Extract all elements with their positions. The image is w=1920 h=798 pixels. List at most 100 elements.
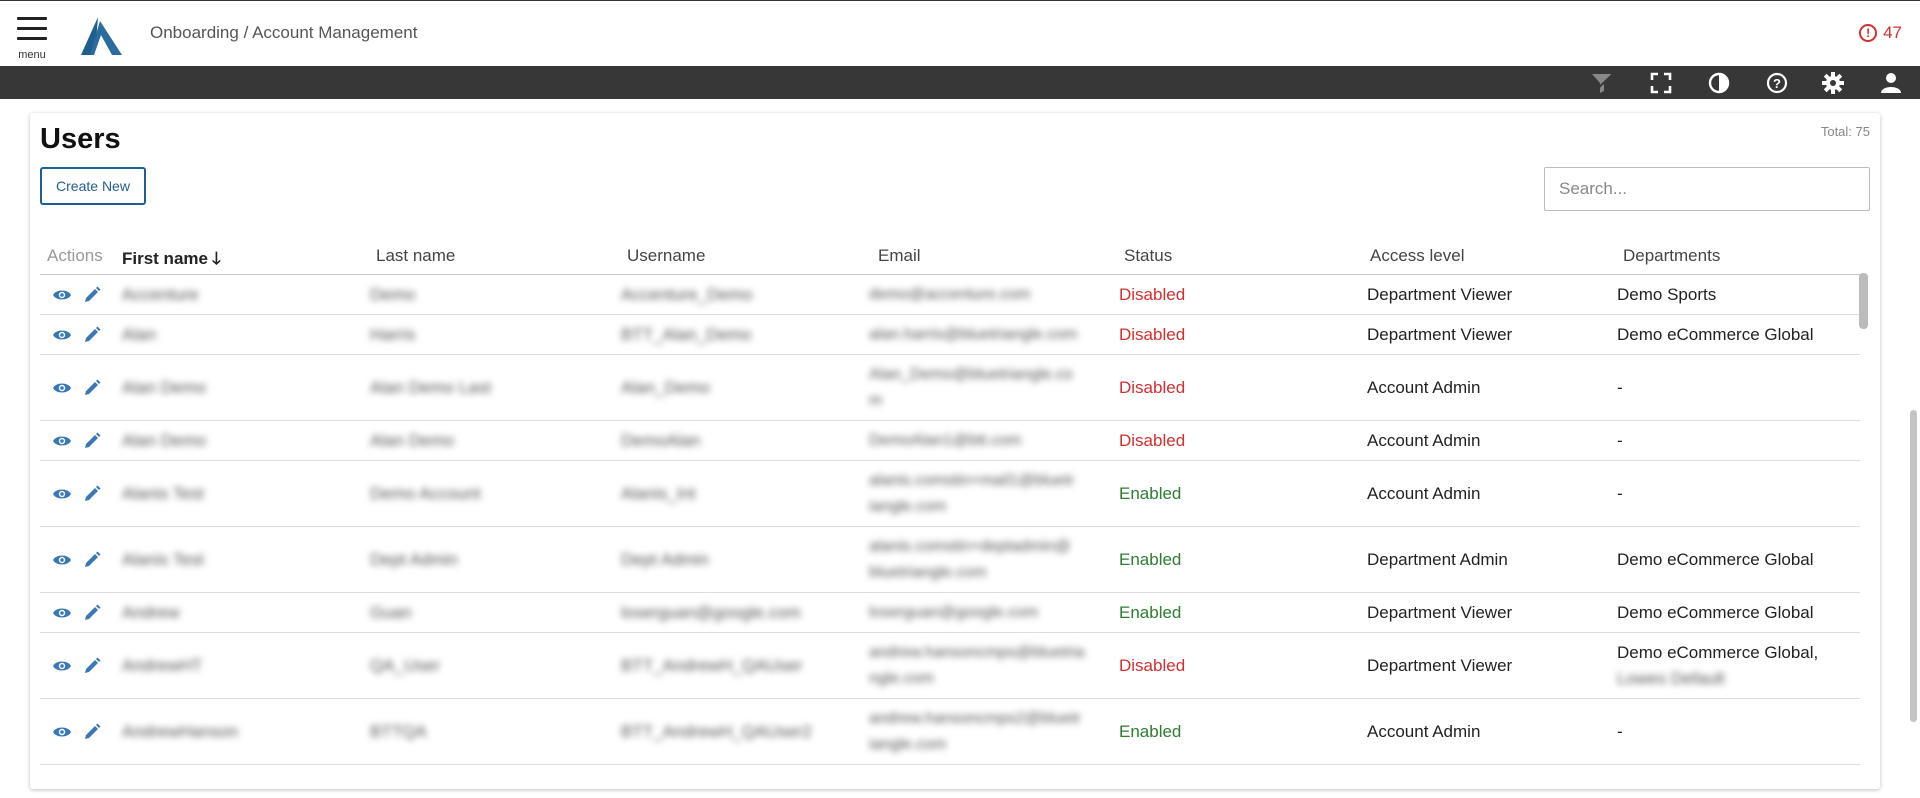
last-name-cell: Dept Admin [370, 549, 458, 569]
access-level-cell: Department Viewer [1367, 655, 1513, 675]
status-cell: Enabled [1119, 483, 1182, 503]
username-cell: BTT_Alan_Demo [621, 324, 752, 344]
app-header: menu Onboarding / Account Management ! 4… [0, 0, 1920, 66]
status-cell: Enabled [1119, 602, 1182, 622]
username-cell: Accenture_Demo [621, 284, 753, 304]
edit-icon[interactable] [82, 325, 102, 345]
row-actions [52, 355, 102, 420]
last-name-cell: Alan Demo [370, 430, 455, 450]
departments-cell: - [1617, 721, 1623, 741]
col-email[interactable]: Email [878, 246, 921, 266]
table-row: AndrewHT QA_User BTT_AndrewH_QAUser andrew.… [40, 633, 1860, 699]
create-new-button[interactable]: Create New [40, 167, 146, 205]
row-actions [52, 461, 102, 526]
first-name-cell: Alan Demo [122, 377, 207, 397]
col-access-level[interactable]: Access level [1370, 246, 1464, 266]
username-cell: BTT_AndrewH_QAUser [621, 655, 803, 675]
departments-cell: - [1617, 483, 1623, 503]
table-row: Accenture Demo Accenture_Demo demo@accentur… [40, 275, 1860, 315]
access-level-cell: Account Admin [1367, 483, 1481, 503]
view-icon[interactable] [52, 285, 72, 305]
access-level-cell: Account Admin [1367, 430, 1481, 450]
row-actions [52, 315, 102, 354]
contrast-icon[interactable] [1706, 70, 1732, 96]
breadcrumb: Onboarding / Account Management [150, 23, 418, 42]
table-row: Alan Harris BTT_Alan_Demo alan.harris@bluet… [40, 315, 1860, 355]
departments-cell: Demo Sports [1617, 284, 1717, 304]
departments-cell: Demo eCommerce Global [1617, 602, 1814, 622]
row-actions [52, 527, 102, 592]
access-level-cell: Account Admin [1367, 377, 1481, 397]
edit-icon[interactable] [82, 484, 102, 504]
view-icon[interactable] [52, 722, 72, 742]
first-name-cell: Alanis Test [122, 549, 204, 569]
user-icon[interactable] [1878, 70, 1904, 96]
col-first-name[interactable]: First name 🡓 [122, 246, 221, 275]
view-icon[interactable] [52, 484, 72, 504]
row-actions [52, 275, 102, 314]
departments-cell: Demo eCommerce Global, Lowes Default [1617, 642, 1819, 688]
table-scrollbar[interactable] [1859, 273, 1868, 329]
edit-icon[interactable] [82, 378, 102, 398]
svg-text:?: ? [1773, 76, 1781, 91]
first-name-cell: AndrewHT [122, 655, 203, 675]
username-cell: loserguan@google.com [621, 602, 801, 622]
first-name-cell: Alanis Test [122, 483, 204, 503]
row-actions [52, 699, 102, 764]
status-cell: Enabled [1119, 721, 1182, 741]
edit-icon[interactable] [82, 550, 102, 570]
email-cell: alan.harris@bluetriangle.com [869, 325, 1078, 343]
view-icon[interactable] [52, 550, 72, 570]
departments-cell: - [1617, 430, 1623, 450]
help-icon[interactable]: ? [1764, 70, 1790, 96]
edit-icon[interactable] [82, 656, 102, 676]
col-last-name[interactable]: Last name [376, 246, 455, 266]
access-level-cell: Department Viewer [1367, 324, 1513, 344]
access-level-cell: Department Viewer [1367, 602, 1513, 622]
alert-indicator[interactable]: ! 47 [1859, 23, 1902, 43]
table-row: Alan Demo Alan Demo DemoAlan DemoAlan1@btt.… [40, 421, 1860, 461]
departments-cell: Demo eCommerce Global [1617, 324, 1814, 344]
table-row: Andrew Guan loserguan@google.com loserguan@… [40, 593, 1860, 633]
access-level-cell: Account Admin [1367, 721, 1481, 741]
view-icon[interactable] [52, 603, 72, 623]
table-row: AndrewHanson BTTQA BTT_AndrewH_QAUser2 andr… [40, 699, 1860, 765]
view-icon[interactable] [52, 656, 72, 676]
edit-icon[interactable] [82, 431, 102, 451]
menu-button[interactable]: menu [14, 15, 50, 61]
logo-icon [81, 17, 122, 55]
edit-icon[interactable] [82, 722, 102, 742]
last-name-cell: Demo Account [370, 483, 481, 503]
first-name-cell: Alan Demo [122, 430, 207, 450]
last-name-cell: Demo [370, 284, 416, 304]
menu-icon [17, 17, 47, 20]
view-icon[interactable] [52, 325, 72, 345]
departments-cell: Demo eCommerce Global [1617, 549, 1814, 569]
fullscreen-icon[interactable] [1648, 70, 1674, 96]
status-cell: Disabled [1119, 324, 1186, 344]
email-cell: andrew.hansoncmps2@bluetr iangle.com [869, 709, 1081, 753]
filter-icon[interactable] [1590, 70, 1616, 96]
edit-icon[interactable] [82, 603, 102, 623]
col-status[interactable]: Status [1124, 246, 1172, 266]
first-name-cell: Alan [122, 324, 157, 344]
table-row: Alan Demo Alan Demo Last Alan_Demo Alan_Dem… [40, 355, 1860, 421]
username-cell: Alan_Demo [621, 377, 710, 397]
view-icon[interactable] [52, 378, 72, 398]
first-name-cell: Accenture [122, 284, 199, 304]
toolbar: ? [0, 66, 1920, 99]
username-cell: BTT_AndrewH_QAUser2 [621, 721, 812, 741]
col-departments[interactable]: Departments [1623, 246, 1720, 266]
row-actions [52, 421, 102, 460]
table-body: Accenture Demo Accenture_Demo demo@accentur… [40, 275, 1860, 765]
status-cell: Disabled [1119, 284, 1186, 304]
view-icon[interactable] [52, 431, 72, 451]
edit-icon[interactable] [82, 285, 102, 305]
page-scrollbar[interactable] [1910, 410, 1917, 722]
status-cell: Enabled [1119, 549, 1182, 569]
settings-icon[interactable] [1820, 70, 1846, 96]
col-username[interactable]: Username [627, 246, 705, 266]
table-row: Alanis Test Demo Account Alanis_Int alanis.… [40, 461, 1860, 527]
email-cell: alanis.comstin+deptadmin@ bluetriangle.co… [869, 537, 1071, 581]
search-input[interactable] [1544, 167, 1870, 211]
